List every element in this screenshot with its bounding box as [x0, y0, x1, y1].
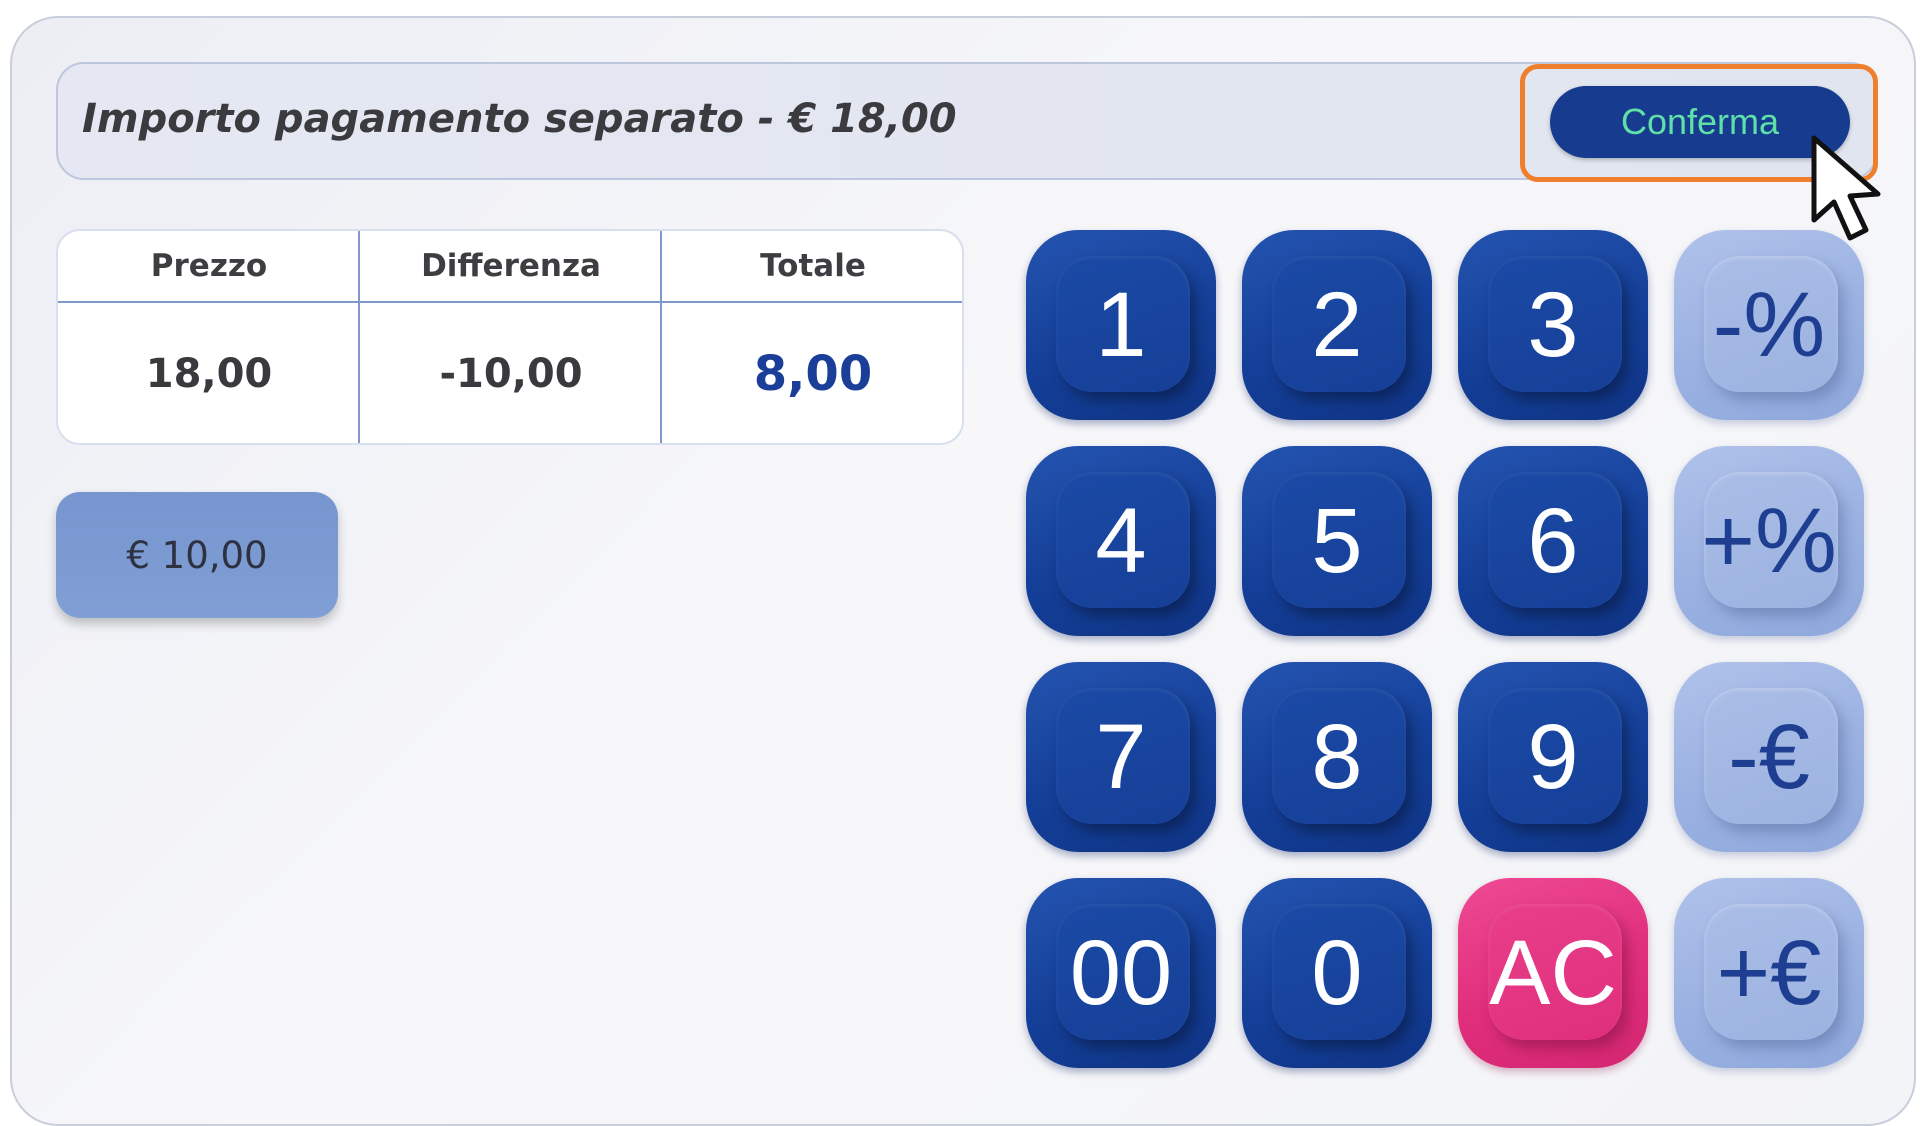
key-label: 1 — [1095, 274, 1147, 376]
key-label: 00 — [1069, 922, 1173, 1024]
key-5-button[interactable]: 5 — [1242, 446, 1432, 636]
key-label: 5 — [1311, 490, 1363, 592]
price-value: 18,00 — [145, 351, 273, 397]
key-9-button[interactable]: 9 — [1458, 662, 1648, 852]
key-label: 9 — [1527, 706, 1579, 808]
amount-chip-button[interactable]: € 10,00 — [56, 492, 338, 618]
key-6-button[interactable]: 6 — [1458, 446, 1648, 636]
percent-surcharge-button[interactable]: +% — [1674, 446, 1864, 636]
key-label: AC — [1489, 922, 1617, 1024]
column-header-total: Totale — [760, 248, 866, 284]
clear-button[interactable]: AC — [1458, 878, 1648, 1068]
key-0-button[interactable]: 0 — [1242, 878, 1432, 1068]
key-label: +€ — [1716, 922, 1822, 1024]
key-label: 0 — [1311, 922, 1363, 1024]
key-4-button[interactable]: 4 — [1026, 446, 1216, 636]
key-00-button[interactable]: 00 — [1026, 878, 1216, 1068]
column-header-price: Prezzo — [150, 248, 268, 284]
euro-surcharge-button[interactable]: +€ — [1674, 878, 1864, 1068]
key-label: 7 — [1095, 706, 1147, 808]
key-label: -€ — [1728, 706, 1810, 808]
key-7-button[interactable]: 7 — [1026, 662, 1216, 852]
total-value: 8,00 — [753, 346, 873, 402]
key-label: +% — [1701, 490, 1837, 592]
key-label: 3 — [1527, 274, 1579, 376]
column-header-difference: Differenza — [421, 248, 601, 284]
page-title: Importo pagamento separato - € 18,00 — [82, 96, 957, 142]
percent-discount-button[interactable]: -% — [1674, 230, 1864, 420]
euro-discount-button[interactable]: -€ — [1674, 662, 1864, 852]
confirm-button[interactable]: Conferma — [1550, 86, 1850, 158]
key-label: 8 — [1311, 706, 1363, 808]
difference-value: -10,00 — [439, 351, 583, 397]
key-1-button[interactable]: 1 — [1026, 230, 1216, 420]
key-3-button[interactable]: 3 — [1458, 230, 1648, 420]
key-8-button[interactable]: 8 — [1242, 662, 1432, 852]
key-label: 2 — [1311, 274, 1363, 376]
key-2-button[interactable]: 2 — [1242, 230, 1432, 420]
mouse-pointer-icon — [1811, 135, 1881, 241]
key-label: 4 — [1095, 490, 1147, 592]
key-label: -% — [1712, 274, 1826, 376]
key-label: 6 — [1527, 490, 1579, 592]
summary-table: Prezzo Differenza Totale 18,00 -10,00 8,… — [56, 229, 964, 445]
